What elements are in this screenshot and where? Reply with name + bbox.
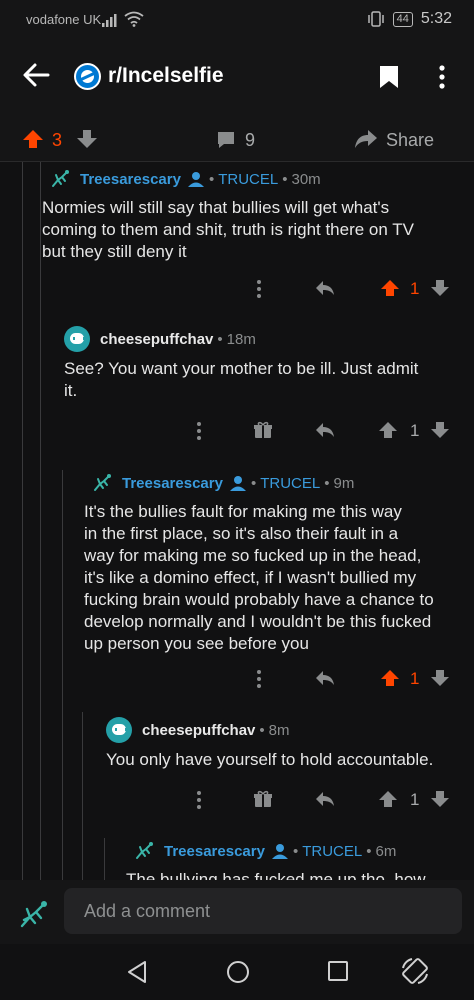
mantis-avatar-icon[interactable] [50, 169, 70, 189]
app-header: r/Incelselfie [0, 40, 474, 112]
recents-square-icon[interactable] [327, 960, 349, 982]
comment-username[interactable]: cheesepuffchav [100, 331, 213, 348]
downvote-icon[interactable] [430, 421, 450, 444]
system-navigation-bar [0, 944, 474, 1000]
back-triangle-icon[interactable] [126, 960, 148, 984]
person-icon [187, 172, 204, 187]
comment-header: cheesepuffchav • 8m [106, 717, 290, 743]
thread-line[interactable] [40, 162, 41, 880]
robot-avatar-icon[interactable] [64, 326, 90, 352]
reply-icon[interactable] [314, 790, 336, 813]
add-comment-input[interactable]: Add a comment [64, 888, 462, 934]
battery-indicator: 44 [392, 11, 413, 27]
person-icon [271, 844, 288, 859]
more-options-icon[interactable] [196, 790, 202, 815]
comment-score: 1 [410, 279, 420, 298]
status-time: 5:32 [420, 10, 452, 27]
comment-username[interactable]: Treesarescary [122, 475, 223, 492]
more-options-icon[interactable] [196, 421, 202, 446]
gift-award-icon[interactable] [254, 790, 272, 813]
comment-age: 18m [226, 330, 256, 348]
person-icon [229, 476, 246, 491]
comment-score: 1 [410, 790, 420, 809]
mantis-avatar-icon[interactable] [134, 841, 154, 861]
upvote-icon[interactable] [380, 279, 400, 302]
comment-username[interactable]: Treesarescary [164, 843, 265, 860]
comment-body: The bullying has fucked me up tho, how [126, 870, 426, 880]
post-score: 3 [52, 130, 63, 150]
upvote-icon[interactable] [22, 129, 44, 149]
upvote-icon[interactable] [380, 669, 400, 692]
thread-line[interactable] [22, 162, 23, 880]
thread-line[interactable] [104, 838, 105, 880]
more-options-icon[interactable] [438, 64, 446, 90]
comment-actions: 1 [256, 279, 462, 307]
more-options-icon[interactable] [256, 669, 262, 694]
mantis-avatar-icon[interactable] [18, 900, 48, 930]
downvote-icon[interactable] [430, 669, 450, 692]
comment-age: 9m [333, 474, 355, 492]
vibrate-icon [367, 11, 384, 27]
comment-actions: 1 [196, 790, 462, 818]
comment-age: 6m [375, 842, 397, 860]
robot-avatar-icon[interactable] [106, 717, 132, 743]
comment-bubble-icon[interactable] [216, 130, 236, 150]
status-bar: vodafone UK 44 5:32 [0, 0, 474, 40]
bookmark-icon[interactable] [378, 64, 400, 90]
comment-body: It's the bullies fault for making me thi… [84, 502, 434, 653]
gift-award-icon[interactable] [254, 421, 272, 444]
comment: Treesarescary • TRUCEL • 30m Normies wil… [42, 167, 462, 307]
comment-age: 30m [291, 170, 321, 188]
carrier-name: vodafone UK [26, 12, 102, 27]
user-flair: TRUCEL [218, 170, 279, 188]
reply-icon[interactable] [314, 421, 336, 444]
downvote-icon[interactable] [76, 129, 98, 149]
comment-actions: 1 [256, 669, 462, 697]
comment-header: Treesarescary • TRUCEL • 30m [50, 167, 321, 191]
comment-username[interactable]: cheesepuffchav [142, 722, 255, 739]
user-flair: TRUCEL [302, 842, 363, 860]
user-flair: TRUCEL [260, 474, 321, 492]
comment: cheesepuffchav • 18m See? You want your … [64, 326, 462, 449]
mantis-avatar-icon[interactable] [92, 473, 112, 493]
wifi-icon [124, 11, 144, 27]
upvote-icon[interactable] [378, 790, 398, 813]
subreddit-icon[interactable] [74, 63, 101, 90]
reply-icon[interactable] [314, 279, 336, 302]
comment-body: You only have yourself to hold accountab… [106, 750, 434, 769]
comment-actions: 1 [196, 421, 462, 449]
comment-score: 1 [410, 421, 420, 440]
comment: cheesepuffchav • 8m You only have yourse… [106, 717, 462, 818]
comment: Treesarescary • TRUCEL • 9m It's the bul… [84, 471, 462, 695]
comment-header: cheesepuffchav • 18m [64, 326, 256, 352]
post-action-bar: 3 9 Share [0, 112, 474, 162]
downvote-icon[interactable] [430, 790, 450, 813]
comment-body: Normies will still say that bullies will… [42, 198, 414, 261]
signal-icon [102, 14, 117, 27]
reply-icon[interactable] [314, 669, 336, 692]
comment-age: 8m [268, 721, 290, 739]
comment-body: See? You want your mother to be ill. Jus… [64, 359, 419, 400]
comment-score: 1 [410, 669, 420, 688]
back-arrow-icon[interactable] [22, 62, 50, 88]
comment-username[interactable]: Treesarescary [80, 171, 181, 188]
thread-line[interactable] [82, 712, 83, 880]
subreddit-title[interactable]: r/Incelselfie [108, 64, 224, 88]
rotate-screen-icon[interactable] [400, 956, 430, 986]
home-circle-icon[interactable] [226, 960, 250, 984]
upvote-icon[interactable] [378, 421, 398, 444]
comment-count: 9 [245, 130, 256, 150]
share-arrow-icon[interactable] [354, 128, 378, 150]
thread-line[interactable] [62, 470, 63, 880]
share-button[interactable]: Share [386, 130, 434, 151]
comment-compose-bar: Add a comment [0, 880, 474, 944]
comment: Treesarescary • TRUCEL • 6m The bullying… [126, 839, 462, 880]
more-options-icon[interactable] [256, 279, 262, 304]
downvote-icon[interactable] [430, 279, 450, 302]
comment-header: Treesarescary • TRUCEL • 9m [92, 471, 354, 495]
comment-header: Treesarescary • TRUCEL • 6m [134, 839, 396, 863]
